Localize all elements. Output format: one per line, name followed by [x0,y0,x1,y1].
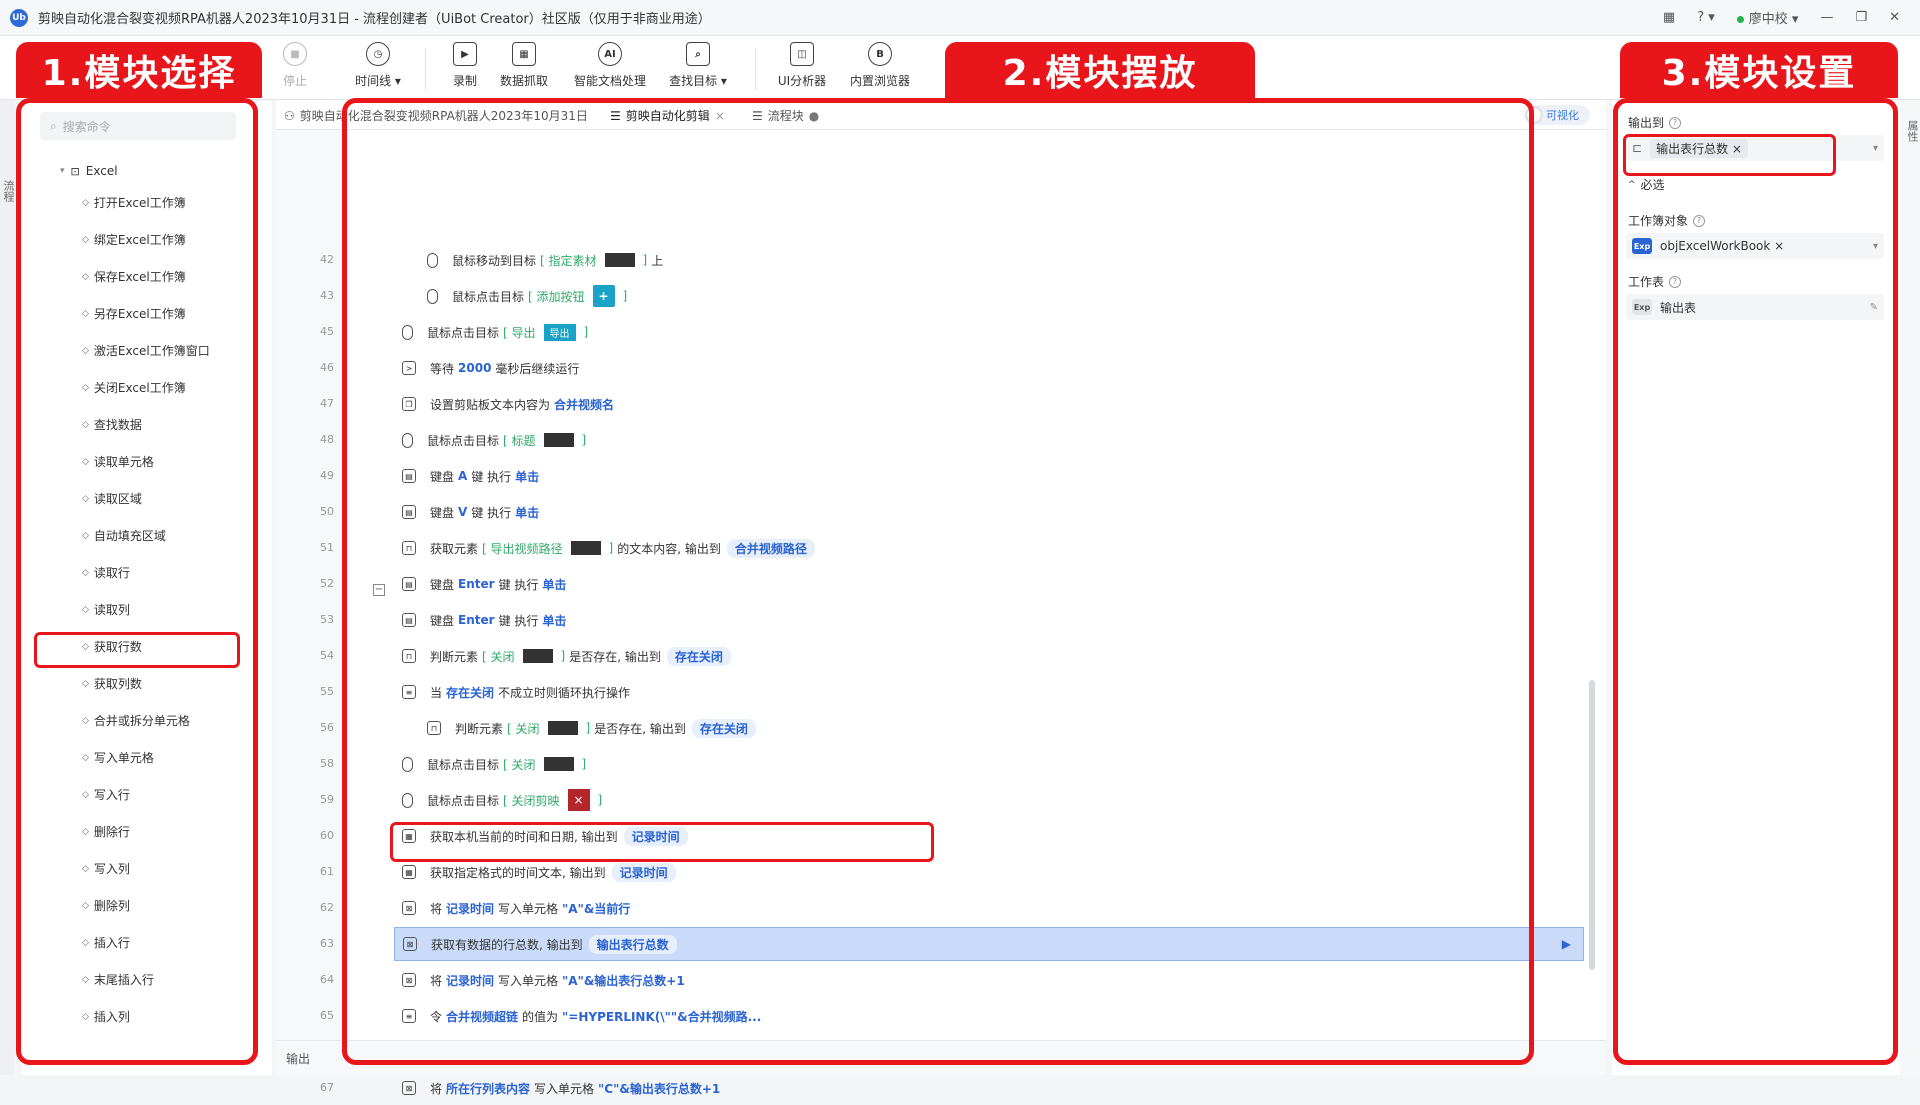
clock-icon: ◷ [366,42,390,66]
ai-doc-button[interactable]: AI 智能文档处理 [568,42,652,89]
right-strip-label: 属性 [1906,120,1919,142]
line-number: 58 [320,757,334,770]
highlight-selected-row [390,822,934,862]
line-number: 46 [320,361,334,374]
line-number: 61 [320,865,334,878]
grid-icon[interactable]: ▦ [1663,10,1675,25]
banner-module-select: 1.模块选择 [16,42,262,98]
line-number: 56 [320,721,334,734]
line-number: 51 [320,541,334,554]
minimize-icon[interactable]: — [1820,10,1833,25]
left-side-strip[interactable]: 流程 [0,100,15,1075]
highlight-left-panel [16,98,258,1065]
browser-icon: B [868,42,892,66]
line-number: 62 [320,901,334,914]
ai-doc-icon: AI [598,42,622,66]
left-strip-label: 流程 [2,180,15,202]
xls-icon: ⊠ [402,1081,416,1095]
user-menu[interactable]: 廖中校 ▾ [1736,8,1798,27]
line-number: 43 [320,289,334,302]
output-label: 输出 [286,1052,311,1066]
ui-analyzer-icon: ◫ [790,42,814,66]
ui-analyzer-label: UI分析器 [777,74,827,88]
row-text: 写入单元格 [534,1081,595,1096]
line-number: 42 [320,253,334,266]
line-number: 45 [320,325,334,338]
online-status-icon [1736,16,1744,23]
highlight-editor [342,98,1534,1065]
title-bar: Ub 剪映自动化混合裂变视频RPA机器人2023年10月31日 - 流程创建者（… [0,0,1920,36]
line-number: 54 [320,649,334,662]
timeline-label: 时间线 ▾ [355,74,401,88]
line-number: 47 [320,397,334,410]
line-number: 63 [320,937,334,950]
ai-doc-label: 智能文档处理 [573,74,646,88]
row-keyword: "C"&输出表行总数+1 [598,1081,721,1096]
data-scrape-icon: ▦ [512,42,536,66]
timeline-button[interactable]: ◷ 时间线 ▾ [338,42,418,89]
row-text: 将 [430,1081,443,1096]
browser-button[interactable]: B 内置浏览器 [840,42,920,89]
line-number: 50 [320,505,334,518]
line-number: 52 [320,577,334,590]
app-logo-icon: Ub [10,8,28,27]
find-target-label: 查找目标 ▾ [669,74,727,88]
line-number: 49 [320,469,334,482]
line-number: 59 [320,793,334,806]
browser-label: 内置浏览器 [849,74,910,88]
record-icon: ▶ [453,42,477,66]
right-side-strip[interactable]: 属性 [1900,100,1920,1075]
stop-icon: ■ [283,42,307,66]
close-icon[interactable]: ✕ [1889,10,1900,25]
line-number: 60 [320,829,334,842]
window-title: 剪映自动化混合裂变视频RPA机器人2023年10月31日 - 流程创建者（UiB… [38,12,711,27]
find-target-icon: ⌕ [686,42,710,66]
line-number: 65 [320,1009,334,1022]
line-number: 55 [320,685,334,698]
line-number: 67 [320,1081,334,1094]
flow-row[interactable]: ⊠ 将所在行列表内容 写入单元格 "C"&输出表行总数+1 [394,1071,1584,1105]
toggle-label: 可视化 [1546,109,1579,122]
toolbar-divider [755,48,756,90]
banner-module-place: 2.模块摆放 [945,42,1255,98]
run-row-icon[interactable]: ▶ [1562,937,1571,951]
line-number: 48 [320,433,334,446]
data-scrape-button[interactable]: ▦ 数据抓取 [484,42,564,89]
highlight-get-row-count [34,632,240,668]
banner-module-settings: 3.模块设置 [1620,42,1898,98]
highlight-output-field [1623,134,1836,176]
data-scrape-label: 数据抓取 [499,74,548,88]
restore-icon[interactable]: ❐ [1855,10,1867,25]
stop-button[interactable]: ■ 停止 [255,42,335,89]
stop-label: 停止 [282,74,307,88]
line-number: 53 [320,613,334,626]
help-icon[interactable]: ? ▾ [1697,10,1715,25]
row-keyword: 所在行列表内容 [446,1081,531,1096]
highlight-right-panel [1613,98,1898,1065]
find-target-button[interactable]: ⌕ 查找目标 ▾ [658,42,738,89]
user-name: 廖中校 [1748,12,1788,27]
flow-icon: ⚇ [284,108,295,123]
editor-scrollbar[interactable] [1589,680,1595,970]
ui-analyzer-button[interactable]: ◫ UI分析器 [762,42,842,89]
line-number: 64 [320,973,334,986]
record-label: 录制 [452,74,477,88]
